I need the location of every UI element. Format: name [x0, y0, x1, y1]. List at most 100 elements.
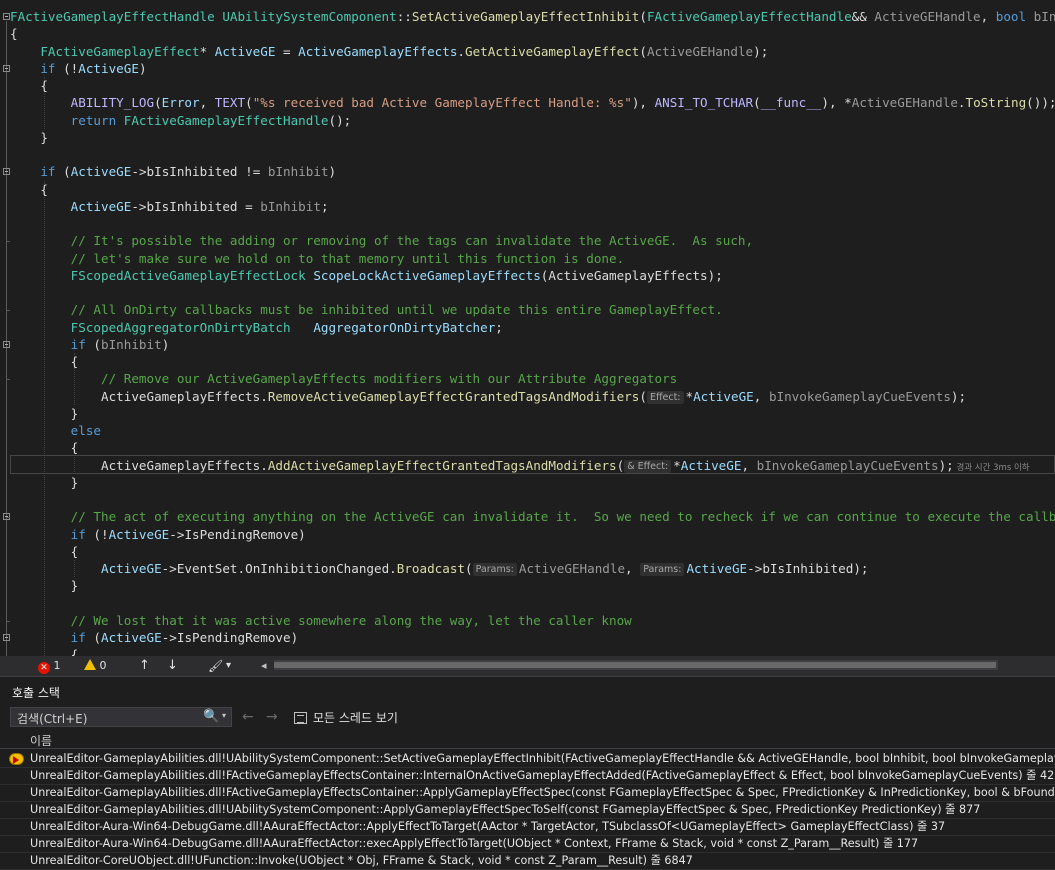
code-line[interactable]: { — [10, 353, 79, 370]
call-stack-search-input[interactable]: 검색(Ctrl+E) 🔍 ▾ — [10, 707, 232, 727]
call-stack-frame[interactable]: UnrealEditor-GameplayAbilities.dll!FActi… — [0, 768, 1055, 785]
code-line[interactable]: FScopedAggregatorOnDirtyBatch Aggregator… — [10, 319, 503, 336]
code-line[interactable]: if (ActiveGE->bIsInhibited != bInhibit) — [10, 163, 336, 180]
code-token: ToString — [965, 95, 1027, 111]
code-line[interactable]: if (!ActiveGE->IsPendingRemove) — [10, 526, 306, 543]
call-stack-frame[interactable]: UnrealEditor-GameplayAbilities.dll!UAbil… — [0, 802, 1055, 819]
code-line[interactable]: ABILITY_LOG(Error, TEXT("%s received bad… — [10, 94, 1055, 111]
code-line[interactable]: { — [10, 25, 18, 42]
collapse-toggle-icon[interactable] — [3, 340, 10, 348]
code-line[interactable]: if (bInhibit) — [10, 336, 170, 353]
code-line[interactable]: { — [10, 646, 79, 656]
code-cleanup-brush-icon[interactable]: 🖌 — [208, 658, 223, 674]
code-token: __func__ — [760, 95, 822, 111]
code-token: // It's possible the adding or removing … — [70, 233, 754, 249]
code-line[interactable]: { — [10, 77, 48, 94]
warning-count[interactable]: 0 — [84, 658, 107, 674]
horizontal-scrollbar-thumb[interactable] — [274, 662, 996, 668]
code-token: , — [199, 95, 215, 111]
code-line[interactable]: // It's possible the adding or removing … — [10, 232, 753, 249]
frame-text: UnrealEditor-GameplayAbilities.dll!UAbil… — [30, 803, 981, 816]
collapse-toggle-icon[interactable] — [3, 64, 10, 72]
code-token: ActiveGE — [78, 60, 139, 76]
code-token: ) — [138, 60, 147, 76]
code-token: AggregatorOnDirtyBatcher — [313, 319, 496, 335]
code-line[interactable]: FScopedActiveGameplayEffectLock ScopeLoc… — [10, 267, 723, 284]
call-stack-frame[interactable]: UnrealEditor-Aura-Win64-DebugGame.dll!AA… — [0, 819, 1055, 836]
search-icon[interactable]: 🔍 — [203, 709, 219, 724]
code-token: ); — [950, 388, 967, 404]
code-token: bInhibit — [260, 198, 321, 214]
column-header-name[interactable]: 이름 — [30, 732, 52, 749]
code-token: FScopedAggregatorOnDirtyBatch — [70, 319, 291, 335]
code-token: ActiveGEHandle — [518, 561, 626, 576]
code-token: ( — [85, 336, 102, 352]
code-token: ; — [495, 319, 503, 335]
call-stack-frame[interactable]: UnrealEditor-GameplayAbilities.dll!FActi… — [0, 785, 1055, 802]
call-stack-frame[interactable]: UnrealEditor-Aura-Win64-DebugGame.dll!AA… — [0, 836, 1055, 853]
code-line[interactable]: ActiveGameplayEffects.AddActiveGameplayE… — [10, 457, 1030, 474]
search-forward-arrow-icon[interactable]: → — [266, 709, 278, 725]
code-line[interactable]: { — [10, 439, 79, 456]
code-token: // The act of executing anything on the … — [70, 509, 1055, 525]
code-token: ActiveGE — [70, 198, 132, 214]
collapse-toggle-icon[interactable] — [3, 634, 10, 641]
code-token: ( — [753, 95, 761, 111]
code-line[interactable]: return FActiveGameplayEffectHandle(); — [10, 112, 352, 129]
code-editor[interactable]: FActiveGameplayEffectHandle UAbilitySyst… — [0, 0, 1055, 656]
code-line[interactable]: ActiveGameplayEffects.RemoveActiveGamepl… — [10, 388, 966, 405]
error-count[interactable]: ✕ 1 — [38, 658, 61, 674]
previous-issue-up-icon[interactable]: ↑ — [139, 658, 150, 674]
code-token: ActiveGameplayEffects — [101, 457, 261, 473]
code-token: , — [753, 388, 769, 404]
call-stack-panel: 호출 스택 검색(Ctrl+E) 🔍 ▾ ← → 모든 스레드 보기 이름 Un… — [0, 676, 1055, 870]
code-line[interactable]: if (!ActiveGE) — [10, 60, 147, 77]
code-token: ); — [938, 457, 954, 473]
code-cleanup-dropdown-icon[interactable]: ▾ — [226, 658, 231, 674]
code-token: FScopedActiveGameplayEffectLock — [70, 267, 306, 283]
fold-line — [6, 348, 7, 413]
code-line[interactable]: // let's make sure we hold on to that me… — [10, 250, 625, 267]
code-line[interactable]: // Remove our ActiveGameplayEffects modi… — [10, 370, 677, 387]
code-line[interactable]: // The act of executing anything on the … — [10, 508, 1055, 525]
scroll-left-icon[interactable]: ◂ — [261, 658, 267, 674]
code-line[interactable]: { — [10, 543, 79, 560]
code-line[interactable]: ActiveGE->EventSet.OnInhibitionChanged.B… — [10, 560, 868, 577]
code-line[interactable]: FActiveGameplayEffect* ActiveGE = Active… — [10, 43, 768, 60]
code-token: * — [673, 457, 681, 473]
code-token: , — [625, 561, 641, 576]
collapse-toggle-icon[interactable] — [3, 13, 10, 20]
code-line[interactable]: } — [10, 577, 79, 594]
code-token: ActiveGameplayEffects — [101, 388, 261, 404]
code-line[interactable]: } — [10, 405, 79, 422]
horizontal-scrollbar[interactable] — [274, 660, 998, 670]
frame-text: UnrealEditor-GameplayAbilities.dll!FActi… — [30, 786, 1055, 799]
search-back-arrow-icon[interactable]: ← — [242, 709, 254, 725]
call-stack-frame[interactable]: UnrealEditor-CoreUObject.dll!UFunction::… — [0, 853, 1055, 870]
threads-icon[interactable] — [294, 712, 307, 724]
call-stack-frame[interactable]: UnrealEditor-GameplayAbilities.dll!UAbil… — [0, 751, 1055, 768]
code-line[interactable]: // We lost that it was active somewhere … — [10, 612, 632, 629]
code-token: . — [389, 561, 397, 576]
code-token: ActiveGE — [693, 388, 754, 404]
code-line[interactable]: { — [10, 181, 48, 198]
next-issue-down-icon[interactable]: ↓ — [167, 658, 178, 674]
code-token: { — [10, 181, 48, 197]
code-line[interactable]: ActiveGE->bIsInhibited = bInhibit; — [10, 198, 329, 215]
code-line[interactable]: if (ActiveGE->IsPendingRemove) — [10, 629, 299, 646]
code-line[interactable]: FActiveGameplayEffectHandle UAbilitySyst… — [10, 8, 1055, 25]
code-token: (! — [55, 60, 79, 76]
code-line[interactable]: // All OnDirty callbacks must be inhibit… — [10, 301, 723, 318]
code-line[interactable]: } — [10, 129, 48, 146]
code-line[interactable]: } — [10, 474, 79, 491]
collapse-toggle-icon[interactable] — [3, 168, 10, 176]
search-options-dropdown-icon[interactable]: ▾ — [222, 711, 226, 720]
code-line[interactable]: else — [10, 422, 101, 439]
show-all-threads-button[interactable]: 모든 스레드 보기 — [313, 709, 398, 726]
